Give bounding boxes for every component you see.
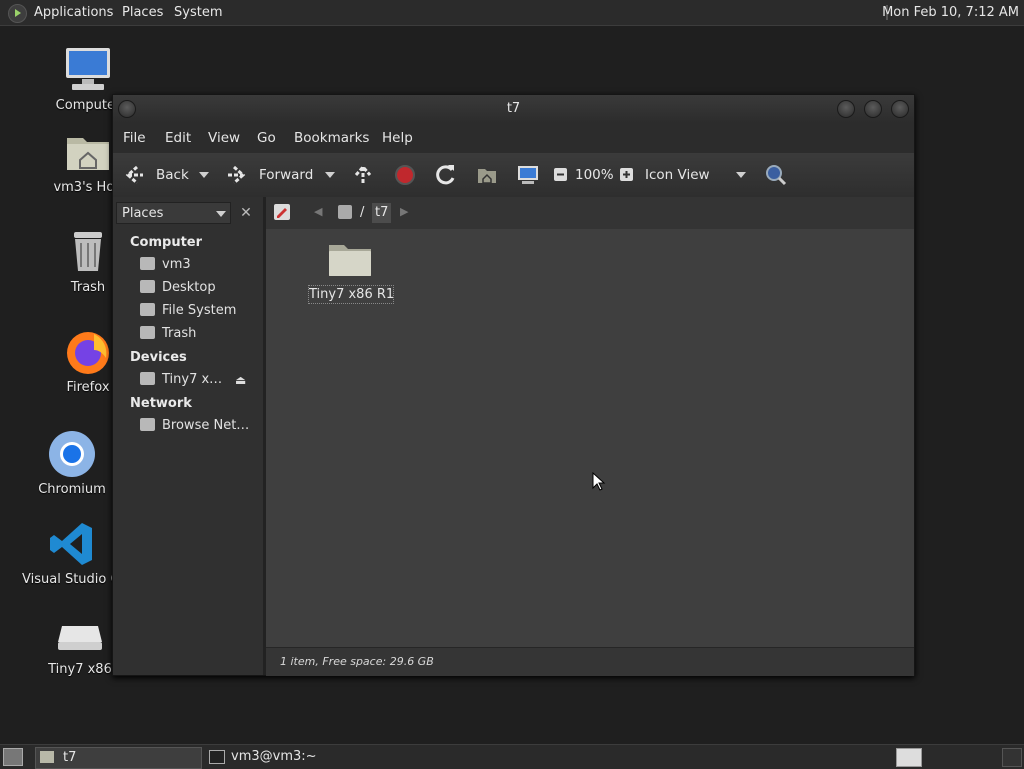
trash-applet-icon[interactable] [1002, 748, 1022, 767]
system-menu[interactable]: System [174, 0, 222, 25]
stop-icon[interactable] [394, 153, 416, 197]
window-titlebar[interactable]: t7 [113, 95, 914, 123]
show-desktop-icon[interactable] [3, 748, 23, 766]
search-icon[interactable] [764, 153, 788, 197]
places-menu[interactable]: Places [122, 0, 163, 25]
desktop-icon [140, 280, 155, 293]
taskbar-item-t7[interactable]: t7 [35, 747, 202, 769]
menu-edit[interactable]: Edit [165, 123, 191, 153]
back-button[interactable]: Back [156, 153, 189, 197]
sidebar: Places ✕ Computer vm3 Desktop File Syste… [113, 197, 266, 675]
sidebar-item-desktop[interactable]: Desktop [140, 278, 216, 298]
close-button[interactable] [891, 100, 909, 118]
path-root-drive-icon[interactable] [338, 205, 352, 219]
network-icon [140, 418, 155, 431]
vscode-icon [48, 520, 96, 568]
taskbar-item-label: t7 [63, 750, 77, 765]
sidebar-selector-label: Places [122, 206, 164, 221]
home-icon[interactable] [476, 153, 498, 197]
sidebar-item-label: Tiny7 x… [162, 372, 223, 387]
edit-location-icon[interactable] [274, 204, 290, 220]
sidebar-section-network: Network [130, 396, 192, 411]
desktop-icon-label: Visual Studio Co [22, 572, 128, 587]
back-arrow-icon[interactable] [123, 153, 145, 197]
desktop-icon-vscode[interactable]: Visual Studio Co [22, 520, 128, 587]
view-mode-chevron-down-icon[interactable] [736, 172, 746, 178]
status-bar: 1 item, Free space: 29.6 GB [266, 647, 914, 676]
sidebar-item-label: vm3 [162, 257, 191, 272]
sidebar-item-tiny7[interactable]: Tiny7 x… [140, 370, 222, 390]
folder-icon[interactable] [328, 241, 372, 277]
forward-history-chevron-down-icon[interactable] [325, 172, 335, 178]
path-left-arrow-icon[interactable]: ◀ [314, 205, 322, 218]
mouse-cursor-icon [592, 472, 606, 491]
trash-icon [64, 228, 112, 276]
back-history-chevron-down-icon[interactable] [199, 172, 209, 178]
toolbar: Back Forward 100% Icon View [113, 153, 914, 198]
workspace-switcher-icon[interactable] [896, 748, 922, 767]
taskbar-item-terminal[interactable]: vm3@vm3:~ [205, 747, 375, 767]
clock[interactable]: Mon Feb 10, 7:12 AM [882, 0, 1019, 25]
menu-go[interactable]: Go [257, 123, 276, 153]
taskbar-item-label: vm3@vm3:~ [231, 749, 317, 764]
sidebar-section-devices: Devices [130, 350, 187, 365]
sidebar-item-label: File System [162, 303, 237, 318]
zoom-out-icon[interactable] [553, 153, 569, 197]
distro-logo-icon[interactable] [8, 4, 27, 23]
folder-icon [40, 751, 54, 763]
zoom-level: 100% [575, 167, 614, 183]
file-manager-window: t7 File Edit View Go Bookmarks Help Back… [112, 94, 915, 676]
menu-help[interactable]: Help [382, 123, 413, 153]
desktop-icon-chromium[interactable]: Chromium [22, 430, 122, 497]
status-text: 1 item, Free space: 29.6 GB [280, 655, 434, 668]
forward-arrow-icon[interactable] [226, 153, 248, 197]
sidebar-close-icon[interactable]: ✕ [235, 202, 257, 224]
desktop-icon-label: Chromium [38, 482, 106, 497]
trash-icon [140, 326, 155, 339]
forward-button[interactable]: Forward [259, 153, 313, 197]
path-right-arrow-icon[interactable]: ▶ [400, 205, 408, 218]
sidebar-selector[interactable]: Places [116, 202, 231, 224]
reload-icon[interactable] [435, 153, 457, 197]
drive-icon [140, 372, 155, 385]
drive-icon [140, 303, 155, 316]
terminal-icon [209, 750, 225, 764]
path-separator: / [360, 205, 365, 220]
computer-icon [64, 46, 112, 94]
sidebar-item-label: Browse Net… [162, 418, 250, 433]
sidebar-item-browse-network[interactable]: Browse Net… [140, 416, 249, 436]
sidebar-item-label: Trash [162, 326, 197, 341]
computer-icon[interactable] [517, 153, 539, 197]
sidebar-section-computer: Computer [130, 235, 203, 250]
applications-menu[interactable]: Applications [34, 0, 113, 25]
sidebar-item-vm3[interactable]: vm3 [140, 255, 191, 275]
menubar: File Edit View Go Bookmarks Help [113, 123, 914, 153]
view-mode-select[interactable]: Icon View [645, 153, 710, 197]
path-bar: ◀ / t7 ▶ [266, 197, 914, 230]
minimize-button[interactable] [837, 100, 855, 118]
file-view[interactable]: Tiny7 x86 R1 [266, 229, 914, 647]
chromium-icon [48, 430, 96, 478]
home-folder-icon [140, 257, 155, 270]
eject-icon[interactable]: ⏏ [235, 370, 246, 390]
up-arrow-icon[interactable] [353, 153, 373, 197]
menu-view[interactable]: View [208, 123, 240, 153]
path-button-current[interactable]: t7 [372, 203, 392, 223]
menu-bookmarks[interactable]: Bookmarks [294, 123, 369, 153]
drive-icon [56, 610, 104, 658]
home-folder-icon [64, 128, 112, 176]
firefox-icon [64, 328, 112, 376]
file-item-label[interactable]: Tiny7 x86 R1 [308, 285, 394, 304]
top-panel: Applications Places System Mon Feb 10, 7… [0, 0, 1024, 26]
sidebar-item-label: Desktop [162, 280, 216, 295]
sidebar-item-file-system[interactable]: File System [140, 301, 236, 321]
zoom-in-icon[interactable] [619, 153, 635, 197]
maximize-button[interactable] [864, 100, 882, 118]
taskbar: t7 vm3@vm3:~ [0, 744, 1024, 769]
menu-file[interactable]: File [123, 123, 146, 153]
sidebar-item-trash[interactable]: Trash [140, 324, 196, 344]
window-title: t7 [506, 101, 521, 116]
sidebar-selector-chevron-down-icon[interactable] [216, 211, 226, 217]
